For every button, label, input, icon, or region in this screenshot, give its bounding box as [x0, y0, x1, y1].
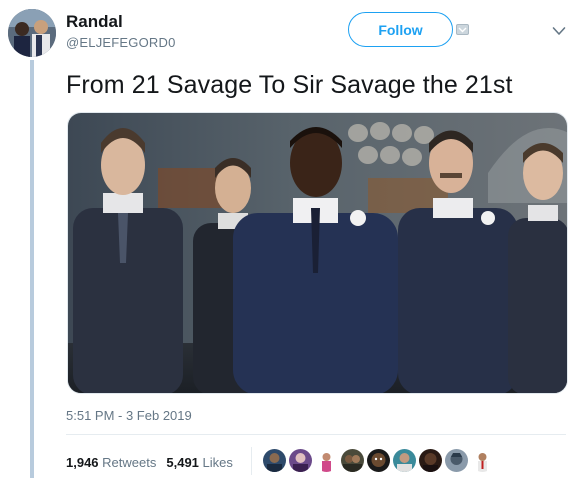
- likes-stat[interactable]: 5,491 Likes: [166, 455, 233, 470]
- liker-avatar[interactable]: [471, 449, 494, 472]
- liker-avatar[interactable]: [419, 449, 442, 472]
- avatar[interactable]: [8, 9, 56, 57]
- tweet-timestamp[interactable]: 5:51 PM - 3 Feb 2019: [66, 408, 192, 423]
- liker-avatar[interactable]: [289, 449, 312, 472]
- liker-avatar[interactable]: [263, 449, 286, 472]
- likes-label: Likes: [202, 455, 233, 470]
- retweets-label: Retweets: [102, 455, 157, 470]
- liker-avatar[interactable]: [445, 449, 468, 472]
- retweets-count: 1,946: [66, 455, 99, 470]
- retweets-stat[interactable]: 1,946 Retweets: [66, 455, 156, 470]
- tweet-text: From 21 Savage To Sir Savage the 21st: [66, 71, 513, 99]
- tweet-stats: 1,946 Retweets 5,491 Likes: [66, 455, 233, 470]
- thread-line: [30, 60, 34, 478]
- chevron-down-icon[interactable]: [552, 26, 566, 36]
- liker-avatars: [263, 449, 494, 473]
- follow-button[interactable]: Follow: [348, 12, 453, 47]
- tweet-photo[interactable]: [67, 112, 568, 394]
- liker-avatar[interactable]: [341, 449, 364, 472]
- user-name[interactable]: Randal: [66, 12, 123, 32]
- liker-avatar[interactable]: [367, 449, 390, 472]
- liker-avatar[interactable]: [315, 449, 338, 472]
- divider: [66, 434, 566, 435]
- caret-icon[interactable]: [456, 24, 469, 35]
- liker-avatar[interactable]: [393, 449, 416, 472]
- stats-separator: [251, 447, 252, 475]
- likes-count: 5,491: [166, 455, 199, 470]
- user-handle[interactable]: @ELJEFEGORD0: [66, 35, 176, 50]
